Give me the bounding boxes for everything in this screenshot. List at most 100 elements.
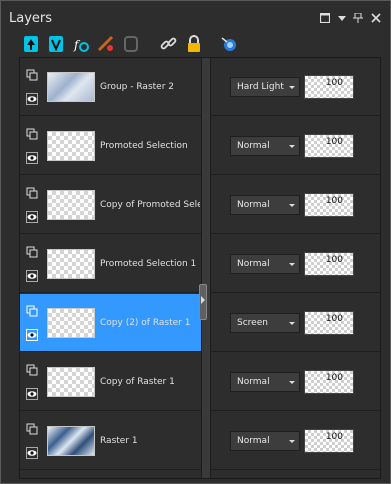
layer-row[interactable]: Group - Raster 2 Hard Light 100 xyxy=(20,58,380,116)
layer-name: Copy (2) of Raster 1 xyxy=(100,318,191,328)
layers-panel: Layers f Group - Raster 2 Hard Light 100… xyxy=(0,0,391,484)
layer-row[interactable]: Copy of Promoted Selection Normal 100 xyxy=(20,176,380,234)
layer-row[interactable]: Copy of Raster 1 Normal 100 xyxy=(20,353,380,411)
layer-thumbnail xyxy=(47,249,95,279)
opacity-value: 100 xyxy=(325,78,343,88)
layer-row[interactable]: Promoted Selection Normal 100 xyxy=(20,117,380,175)
visibility-eye-icon[interactable] xyxy=(26,93,38,105)
restore-icon[interactable] xyxy=(319,12,331,26)
layer-thumbnail xyxy=(47,367,95,397)
dropdown-arrow-icon xyxy=(289,145,295,148)
visibility-eye-icon[interactable] xyxy=(26,388,38,400)
layer-thumbnail xyxy=(47,308,95,338)
opacity-value: 100 xyxy=(325,196,343,206)
opacity-slider[interactable]: 100 xyxy=(304,75,354,99)
link-icon[interactable] xyxy=(159,34,179,54)
blend-mode-value: Normal xyxy=(237,141,270,151)
new-raster-layer-icon[interactable] xyxy=(21,34,41,54)
layer-type-icon xyxy=(26,128,38,140)
close-icon[interactable] xyxy=(371,13,381,26)
dropdown-arrow-icon xyxy=(289,204,295,207)
layer-row-right: Normal 100 xyxy=(210,117,380,175)
layer-row[interactable]: Raster 1 Normal 100 xyxy=(20,412,380,470)
layer-type-icon xyxy=(26,305,38,317)
blend-mode-dropdown[interactable]: Normal xyxy=(230,431,300,451)
layer-row-right: Hard Light 100 xyxy=(210,58,380,116)
visibility-eye-icon[interactable] xyxy=(26,152,38,164)
panel-title: Layers xyxy=(9,11,53,26)
blend-mode-dropdown[interactable]: Normal xyxy=(230,254,300,274)
blend-mode-dropdown[interactable]: Normal xyxy=(230,195,300,215)
layer-row-left[interactable]: Copy (2) of Raster 1 xyxy=(20,294,201,352)
layer-type-icon xyxy=(26,364,38,376)
layer-name: Copy of Promoted Selection xyxy=(100,200,200,210)
new-vector-layer-icon[interactable] xyxy=(46,34,66,54)
layer-row-left[interactable]: Group - Raster 2 xyxy=(20,58,201,116)
splitter-handle[interactable] xyxy=(199,284,207,320)
visibility-eye-icon[interactable] xyxy=(26,270,38,282)
layer-type-icon xyxy=(26,69,38,81)
blend-mode-value: Hard Light xyxy=(237,82,284,92)
opacity-slider[interactable]: 100 xyxy=(304,134,354,158)
opacity-value: 100 xyxy=(325,432,343,442)
layer-type-icon xyxy=(26,246,38,258)
layer-row-left[interactable]: Promoted Selection xyxy=(20,117,201,175)
title-bar: Layers xyxy=(1,1,390,31)
layer-thumbnail xyxy=(47,426,95,456)
layer-row-right: Normal 100 xyxy=(210,176,380,234)
layer-row-left[interactable]: Raster 1 xyxy=(20,412,201,470)
visibility-eye-icon[interactable] xyxy=(26,329,38,341)
dropdown-arrow-icon xyxy=(289,381,295,384)
blend-mode-value: Screen xyxy=(237,318,268,328)
blend-mode-value: Normal xyxy=(237,377,270,387)
mask-layer-icon[interactable] xyxy=(96,34,116,54)
lock-icon[interactable] xyxy=(184,34,204,54)
layer-type-icon xyxy=(26,423,38,435)
mask-icon[interactable] xyxy=(121,34,141,54)
opacity-slider[interactable]: 100 xyxy=(304,429,354,453)
opacity-slider[interactable]: 100 xyxy=(304,311,354,335)
layer-row-right: Screen 100 xyxy=(210,294,380,352)
layers-toolbar: f xyxy=(21,34,381,56)
layer-row-left[interactable]: Copy of Raster 1 xyxy=(20,353,201,411)
blend-mode-dropdown[interactable]: Screen xyxy=(230,313,300,333)
dropdown-arrow-icon xyxy=(289,322,295,325)
dropdown-arrow-icon xyxy=(289,263,295,266)
menu-dropdown-icon[interactable] xyxy=(338,13,346,26)
layer-name: Promoted Selection 1 xyxy=(100,259,197,269)
blend-mode-dropdown[interactable]: Normal xyxy=(230,136,300,156)
pin-icon[interactable] xyxy=(353,12,363,26)
opacity-slider[interactable]: 100 xyxy=(304,193,354,217)
blend-mode-value: Normal xyxy=(237,436,270,446)
visibility-eye-icon[interactable] xyxy=(26,447,38,459)
layer-name: Group - Raster 2 xyxy=(100,82,174,92)
blend-mode-value: Normal xyxy=(237,200,270,210)
layer-name: Raster 1 xyxy=(100,436,138,446)
layer-type-icon xyxy=(26,187,38,199)
opacity-value: 100 xyxy=(325,373,343,383)
layer-thumbnail xyxy=(47,131,95,161)
dropdown-arrow-icon xyxy=(289,86,295,89)
blend-mode-value: Normal xyxy=(237,259,270,269)
layer-row-right: Normal 100 xyxy=(210,235,380,293)
visibility-eye-icon[interactable] xyxy=(26,211,38,223)
layer-row-left[interactable]: Copy of Promoted Selection xyxy=(20,176,201,234)
opacity-value: 100 xyxy=(325,137,343,147)
layer-list: Group - Raster 2 Hard Light 100 Promoted… xyxy=(19,57,381,479)
opacity-value: 100 xyxy=(325,255,343,265)
layer-row-right: Normal 100 xyxy=(210,353,380,411)
layer-thumbnail xyxy=(47,190,95,220)
layer-name: Promoted Selection xyxy=(100,141,188,151)
opacity-slider[interactable]: 100 xyxy=(304,370,354,394)
layer-row-right: Normal 100 xyxy=(210,412,380,470)
blend-mode-dropdown[interactable]: Hard Light xyxy=(230,77,300,97)
highlight-icon[interactable] xyxy=(219,34,239,54)
opacity-value: 100 xyxy=(325,314,343,324)
new-adjustment-layer-icon[interactable]: f xyxy=(71,34,91,54)
layer-row-left[interactable]: Promoted Selection 1 xyxy=(20,235,201,293)
layer-name: Copy of Raster 1 xyxy=(100,377,175,387)
layer-thumbnail xyxy=(47,72,95,102)
expand-arrow-icon xyxy=(201,296,205,304)
blend-mode-dropdown[interactable]: Normal xyxy=(230,372,300,392)
opacity-slider[interactable]: 100 xyxy=(304,252,354,276)
